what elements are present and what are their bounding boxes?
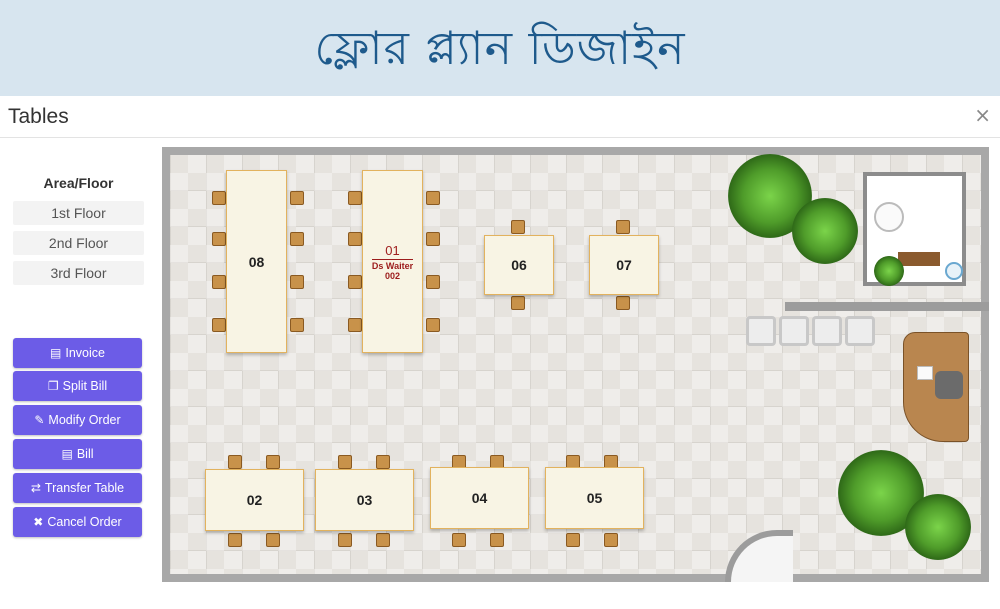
chair [338, 455, 352, 469]
transfer-icon: ⇄ [30, 481, 41, 495]
chair [266, 533, 280, 547]
floor-button-1st[interactable]: 1st Floor [13, 201, 144, 225]
plant-icon [874, 256, 904, 286]
chair [616, 220, 630, 234]
paper-icon [917, 366, 933, 380]
table-03[interactable]: 03 [315, 469, 414, 531]
floor-button-2nd[interactable]: 2nd Floor [13, 231, 144, 255]
table-number: 03 [356, 492, 373, 508]
sink-icon [945, 262, 963, 280]
chair [290, 318, 304, 332]
modify-order-label: Modify Order [48, 413, 121, 427]
restroom-counter [898, 252, 940, 266]
desk-chair [935, 371, 963, 399]
lounge-seat [746, 316, 776, 346]
plant-icon [905, 494, 971, 560]
table-number: 08 [248, 253, 265, 270]
table-number: 05 [586, 490, 603, 506]
chair [452, 533, 466, 547]
chair [490, 533, 504, 547]
table-05[interactable]: 05 [545, 467, 644, 529]
transfer-table-label: Transfer Table [44, 481, 125, 495]
sidebar: Area/Floor 1st Floor 2nd Floor 3rd Floor… [0, 138, 160, 609]
chair [212, 191, 226, 205]
chair [604, 533, 618, 547]
edit-icon: ✎ [34, 413, 45, 427]
close-button[interactable]: × [974, 103, 991, 127]
bill-button[interactable]: ▤ Bill [13, 439, 142, 469]
area-floor-heading: Area/Floor [43, 175, 114, 191]
chair [228, 455, 242, 469]
chair [426, 191, 440, 205]
table-07[interactable]: 07 [589, 235, 659, 295]
table-02[interactable]: 02 [205, 469, 304, 531]
chair [212, 275, 226, 289]
chair [348, 275, 362, 289]
plant-icon [792, 198, 858, 264]
table-number: 04 [471, 490, 488, 506]
bill-label: Bill [76, 447, 94, 461]
invoice-button[interactable]: ▤ Invoice [13, 338, 142, 368]
chair [348, 191, 362, 205]
floor-button-3rd[interactable]: 3rd Floor [13, 261, 144, 285]
chair [566, 533, 580, 547]
table-number: 01 [385, 242, 400, 258]
chair [266, 455, 280, 469]
file-icon: ▤ [61, 447, 73, 461]
chair [511, 296, 525, 310]
chair [348, 318, 362, 332]
table-04[interactable]: 04 [430, 467, 529, 529]
table-01[interactable]: 01 Ds Waiter 002 [362, 170, 423, 353]
lounge-seat [779, 316, 809, 346]
order-code: 002 [384, 270, 401, 281]
file-icon: ▤ [50, 346, 62, 360]
table-08[interactable]: 08 [226, 170, 287, 353]
table-06[interactable]: 06 [484, 235, 554, 295]
chair [426, 318, 440, 332]
chair [376, 533, 390, 547]
table-number: 07 [616, 257, 632, 273]
chair [426, 232, 440, 246]
split-bill-button[interactable]: ❐ Split Bill [13, 371, 142, 401]
cancel-order-label: Cancel Order [47, 515, 122, 529]
modify-order-button[interactable]: ✎ Modify Order [13, 405, 142, 435]
chair [426, 275, 440, 289]
close-icon: ✖ [33, 515, 44, 529]
split-bill-label: Split Bill [62, 379, 108, 393]
modal-header: Tables × [0, 96, 1000, 138]
chair [228, 533, 242, 547]
chair [290, 191, 304, 205]
chair [212, 318, 226, 332]
table-number: 02 [246, 492, 263, 508]
lounge-seat [845, 316, 875, 346]
waiter-name: Ds Waiter [371, 258, 414, 271]
transfer-table-button[interactable]: ⇄ Transfer Table [13, 473, 142, 503]
table-number: 06 [511, 257, 527, 273]
chair [212, 232, 226, 246]
chair [338, 533, 352, 547]
chair [290, 232, 304, 246]
chair [616, 296, 630, 310]
chair [290, 275, 304, 289]
banner: ফ্লোর প্ল্যান ডিজাইন [0, 0, 1000, 96]
banner-title: ফ্লোর প্ল্যান ডিজাইন [314, 21, 686, 75]
chair [376, 455, 390, 469]
lounge-seat [812, 316, 842, 346]
chair [348, 232, 362, 246]
invoice-label: Invoice [65, 346, 105, 360]
toilet-icon [874, 202, 904, 232]
cancel-order-button[interactable]: ✖ Cancel Order [13, 507, 142, 537]
interior-wall [785, 302, 989, 311]
chair [511, 220, 525, 234]
modal-title: Tables [8, 105, 69, 128]
copy-icon: ❐ [47, 379, 59, 393]
